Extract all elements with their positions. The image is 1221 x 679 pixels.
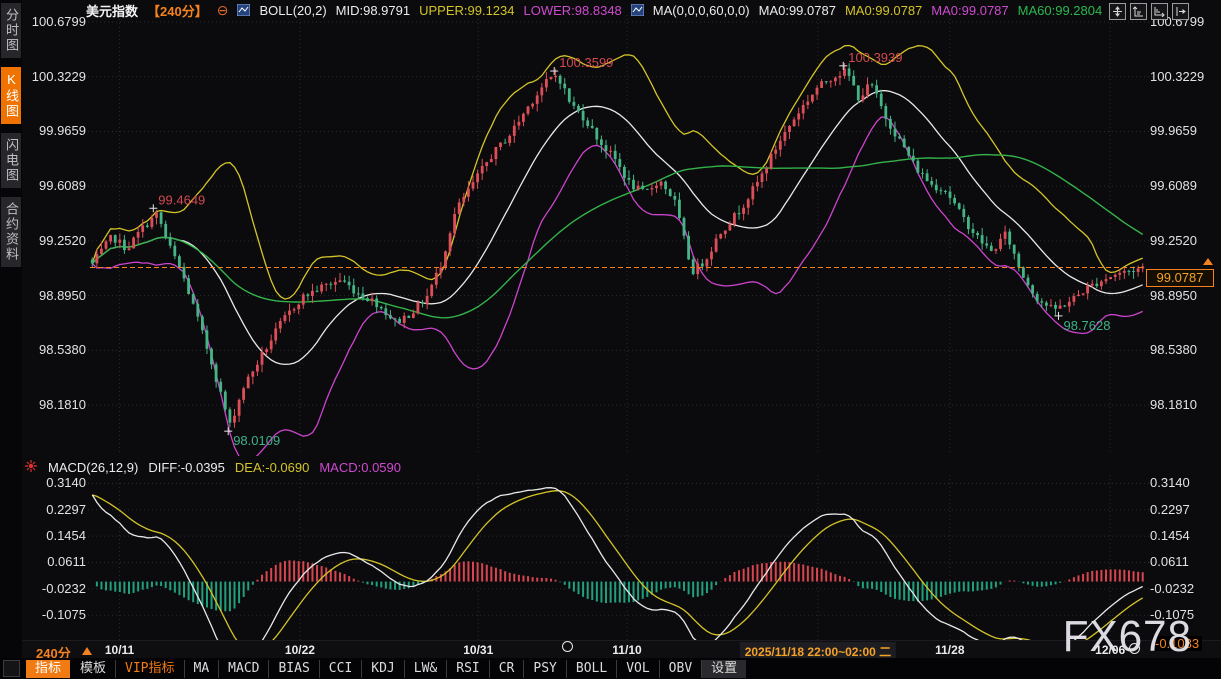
macd-macd-value: MACD:0.0590 bbox=[319, 460, 401, 475]
y-axis-label: 98.5380 bbox=[24, 342, 86, 358]
ma0-yellow-value: MA0:99.0787 bbox=[845, 3, 922, 18]
trading-chart-app: 99.4649 100.3599 100.3939 98.0109 98.7628 分时… bbox=[0, 0, 1221, 679]
x-axis-date: 10/22 bbox=[285, 643, 315, 657]
macd-y-axis-label: -0.1075 bbox=[24, 607, 86, 623]
current-price-badge: 99.0787 bbox=[1146, 269, 1214, 287]
y-axis-label: 98.8950 bbox=[24, 288, 86, 304]
sidebar-tab[interactable]: 闪电图 bbox=[1, 133, 21, 188]
toolbar-item[interactable]: BOLL bbox=[567, 660, 617, 678]
toolbar-item[interactable]: MA bbox=[185, 660, 220, 678]
macd-y-axis-label: 0.0611 bbox=[24, 554, 86, 570]
y-axis-label: 98.8950 bbox=[1150, 288, 1218, 304]
sidebar-tab[interactable]: 分时图 bbox=[1, 3, 21, 58]
x-axis-date: 10/11 bbox=[105, 643, 134, 657]
macd-y-axis-label: 0.0611 bbox=[1150, 554, 1218, 570]
ma-label: MA(0,0,0,60,0,0) bbox=[653, 3, 750, 18]
boll-upper-value: UPPER:99.1234 bbox=[419, 3, 514, 18]
macd-label: MACD(26,12,9) bbox=[48, 460, 138, 475]
axis-handle-icon[interactable] bbox=[562, 641, 573, 652]
y-axis-label: 99.2520 bbox=[1150, 233, 1218, 249]
y-axis-label: 100.3229 bbox=[1150, 69, 1218, 85]
y-axis-label: 99.9659 bbox=[24, 123, 86, 139]
toolbar-item[interactable]: VOL bbox=[617, 660, 659, 678]
boll-chart-icon[interactable] bbox=[237, 4, 250, 16]
toolbar-grid-icon[interactable] bbox=[3, 660, 20, 677]
chart-header: 美元指数 【240分】 ⊖ BOLL(20,2) MID:98.9791 UPP… bbox=[86, 1, 1102, 19]
toolbar-item[interactable]: CCI bbox=[320, 660, 362, 678]
sidebar-tab[interactable]: 合约资料 bbox=[1, 197, 21, 267]
macd-dea-value: DEA:-0.0690 bbox=[235, 460, 309, 475]
macd-y-axis-label: 0.2297 bbox=[24, 502, 86, 518]
ma0-white-value: MA0:99.0787 bbox=[759, 3, 836, 18]
macd-y-axis-label: 0.3140 bbox=[24, 475, 86, 491]
toolbar-item[interactable]: RSI bbox=[447, 660, 489, 678]
x-axis-date: 11/28 bbox=[935, 643, 964, 657]
svg-text:100.3939: 100.3939 bbox=[848, 50, 902, 65]
macd-star-icon[interactable] bbox=[24, 459, 38, 476]
y-axis-label: 98.1810 bbox=[24, 397, 86, 413]
sidebar-tab[interactable]: K线图 bbox=[1, 67, 21, 124]
macd-y-axis-label: 0.3140 bbox=[1150, 475, 1218, 491]
toolbar-item[interactable]: VIP指标 bbox=[116, 660, 184, 678]
macd-y-axis-label: 0.1454 bbox=[24, 528, 86, 544]
y-axis-label: 99.6089 bbox=[24, 178, 86, 194]
svg-text:98.0109: 98.0109 bbox=[233, 433, 280, 448]
y-axis-scale-icon[interactable] bbox=[1130, 3, 1147, 20]
toolbar-item[interactable]: 指标 bbox=[26, 660, 70, 678]
y-axis-label: 99.6089 bbox=[1150, 178, 1218, 194]
macd-y-axis-label: 0.1454 bbox=[1150, 528, 1218, 544]
macd-y-axis-label: -0.0232 bbox=[24, 581, 86, 597]
macd-y-axis-label: -0.0232 bbox=[1150, 581, 1218, 597]
macd-header: MACD(26,12,9) DIFF:-0.0395 DEA:-0.0690 M… bbox=[24, 459, 401, 476]
svg-text:99.4649: 99.4649 bbox=[158, 192, 205, 207]
toolbar-item[interactable]: OBV bbox=[660, 660, 702, 678]
toolbar-item[interactable]: BIAS bbox=[269, 660, 319, 678]
toolbar-item[interactable]: LW& bbox=[405, 660, 447, 678]
ma60-green-value: MA60:99.2804 bbox=[1018, 3, 1103, 18]
symbol-title: 美元指数 bbox=[86, 1, 138, 20]
macd-y-axis-label: 0.2297 bbox=[1150, 502, 1218, 518]
watermark: FX678 bbox=[1063, 615, 1192, 659]
header-tools bbox=[1109, 3, 1189, 20]
x-axis[interactable]: 240分 10/1110/2210/3111/1011/2812/062025/… bbox=[22, 640, 1221, 659]
ma0-magenta-value: MA0:99.0787 bbox=[931, 3, 1008, 18]
period-up-triangle[interactable] bbox=[82, 647, 92, 655]
y-axis-label: 98.5380 bbox=[1150, 342, 1218, 358]
price-up-arrow bbox=[1203, 258, 1213, 265]
ma-chart-icon[interactable] bbox=[631, 4, 644, 16]
toolbar-item[interactable]: KDJ bbox=[362, 660, 404, 678]
shift-right-icon[interactable] bbox=[1172, 3, 1189, 20]
y-axis-label: 100.3229 bbox=[24, 69, 86, 85]
toolbar-item[interactable]: PSY bbox=[524, 660, 566, 678]
toolbar-item[interactable]: MACD bbox=[219, 660, 269, 678]
svg-text:100.3599: 100.3599 bbox=[559, 55, 613, 70]
y-axis-label: 99.2520 bbox=[24, 233, 86, 249]
toolbar-item[interactable]: 模板 bbox=[71, 660, 116, 678]
x-axis-date: 10/31 bbox=[463, 643, 493, 657]
y-axis-label: 98.1810 bbox=[1150, 397, 1218, 413]
candlestick-chart[interactable]: 99.4649 100.3599 100.3939 98.0109 98.7628 bbox=[0, 0, 1221, 679]
y-axis-label: 100.6799 bbox=[24, 14, 86, 30]
macd-diff-value: DIFF:-0.0395 bbox=[148, 460, 225, 475]
toolbar-items: 指标模板VIP指标MAMACDBIASCCIKDJLW&RSICRPSYBOLL… bbox=[26, 660, 746, 678]
bottom-toolbar: 指标模板VIP指标MAMACDBIASCCIKDJLW&RSICRPSYBOLL… bbox=[0, 658, 1221, 679]
boll-mid-value: MID:98.9791 bbox=[336, 3, 410, 18]
y-axis-label: 99.9659 bbox=[1150, 123, 1218, 139]
period-tag[interactable]: 【240分】 bbox=[147, 1, 208, 20]
svg-text:98.7628: 98.7628 bbox=[1063, 318, 1110, 333]
boll-lower-value: LOWER:98.8348 bbox=[524, 3, 622, 18]
x-axis-date: 11/10 bbox=[612, 643, 641, 657]
sidebar: 分时图 K线图闪电图合约资料 bbox=[0, 0, 22, 679]
toolbar-item[interactable]: CR bbox=[490, 660, 525, 678]
toolbar-item[interactable]: 设置 bbox=[702, 660, 746, 678]
pan-icon[interactable] bbox=[1109, 3, 1126, 20]
x-axis-scale-icon[interactable] bbox=[1151, 3, 1168, 20]
collapse-icon[interactable]: ⊖ bbox=[217, 4, 229, 16]
boll-label: BOLL(20,2) bbox=[259, 3, 326, 18]
